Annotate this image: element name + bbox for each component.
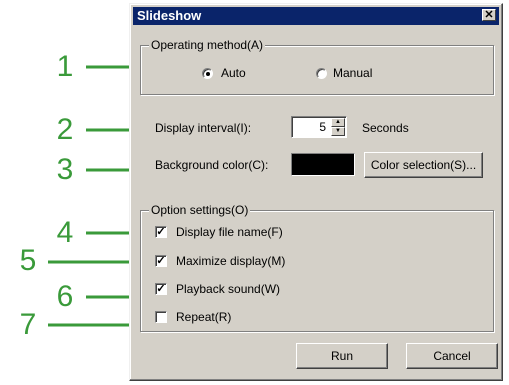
- radio-manual-label[interactable]: Manual: [333, 66, 372, 80]
- radio-manual[interactable]: [316, 68, 327, 79]
- spin-down-button[interactable]: ▼: [331, 127, 345, 136]
- display-interval-label: Display interval(I):: [155, 121, 252, 135]
- callout-3: 3: [56, 153, 74, 186]
- check-mark-icon: ✓: [156, 226, 166, 238]
- radio-auto-label[interactable]: Auto: [221, 66, 246, 80]
- background-color-swatch: [291, 153, 355, 176]
- maximize-display-label[interactable]: Maximize display(M): [176, 254, 285, 268]
- slideshow-dialog: Slideshow ✕ Operating method(A) Auto Man…: [129, 3, 503, 381]
- check-mark-icon: ✓: [156, 283, 166, 295]
- repeat-label[interactable]: Repeat(R): [176, 310, 231, 324]
- cancel-button[interactable]: Cancel: [406, 343, 498, 369]
- option-settings-legend: Option settings(O): [149, 203, 251, 217]
- radio-auto[interactable]: [202, 68, 213, 79]
- checkbox-repeat[interactable]: [155, 311, 167, 323]
- dialog-title: Slideshow: [137, 8, 202, 23]
- background-color-label: Background color(C):: [155, 158, 269, 172]
- title-bar[interactable]: Slideshow ✕: [133, 7, 499, 25]
- callout-6: 6: [56, 280, 74, 313]
- radio-auto-dot: [206, 72, 210, 76]
- callout-1: 1: [56, 50, 74, 83]
- display-file-name-label[interactable]: Display file name(F): [176, 225, 283, 239]
- run-button[interactable]: Run: [296, 343, 388, 369]
- close-button[interactable]: ✕: [482, 9, 496, 21]
- callout-5: 5: [19, 244, 37, 277]
- checkbox-playback-sound[interactable]: ✓: [155, 283, 167, 295]
- playback-sound-label[interactable]: Playback sound(W): [176, 282, 280, 296]
- check-mark-icon: ✓: [156, 255, 166, 267]
- callout-7: 7: [19, 308, 37, 341]
- display-interval-value[interactable]: 5: [319, 120, 326, 134]
- display-interval-unit: Seconds: [362, 121, 409, 135]
- operating-method-legend: Operating method(A): [149, 38, 266, 52]
- callout-2: 2: [56, 113, 74, 146]
- color-selection-button[interactable]: Color selection(S)...: [364, 152, 483, 178]
- checkbox-display-file-name[interactable]: ✓: [155, 226, 167, 238]
- close-icon: ✕: [484, 9, 494, 21]
- spin-up-button[interactable]: ▲: [331, 118, 345, 127]
- checkbox-maximize-display[interactable]: ✓: [155, 255, 167, 267]
- display-interval-spinner[interactable]: 5 ▲ ▼: [291, 116, 347, 138]
- callout-4: 4: [56, 216, 74, 249]
